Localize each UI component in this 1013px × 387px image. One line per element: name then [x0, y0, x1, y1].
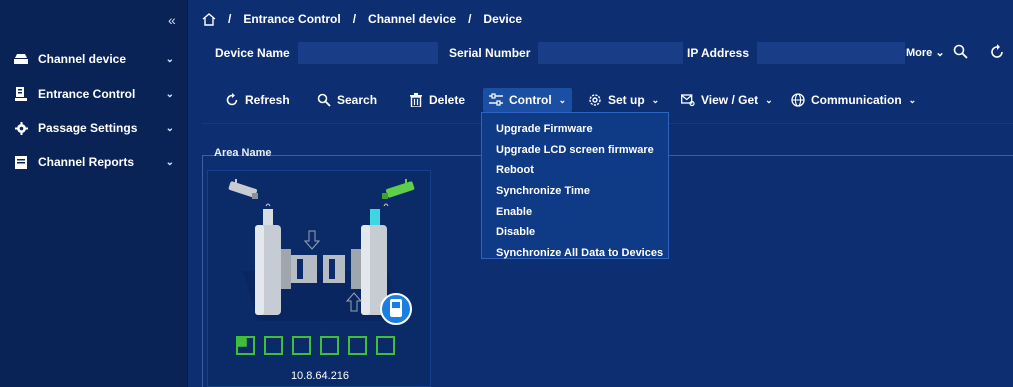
chevron-down-icon: ⌄: [935, 47, 945, 59]
search-icon[interactable]: [953, 44, 969, 60]
channel-device-icon: [14, 52, 28, 66]
delete-label: Delete: [429, 93, 466, 107]
refresh-icon: [225, 93, 239, 107]
report-icon: [14, 155, 28, 169]
search-icon: [317, 93, 331, 107]
sidebar-item-label: Entrance Control: [38, 87, 136, 101]
breadcrumb-item-channel-device[interactable]: Channel device: [368, 12, 456, 26]
trash-icon: [409, 93, 423, 107]
toolbar: Refresh Search Delete Control ⌄ Set up ⌄…: [189, 88, 1013, 112]
envelope-search-icon: [681, 93, 695, 107]
menu-item-synchronize-all-data[interactable]: Synchronize All Data to Devices: [482, 243, 668, 264]
menu-item-reboot[interactable]: Reboot: [482, 160, 668, 181]
ip-address-input[interactable]: [757, 42, 906, 64]
home-icon[interactable]: [202, 12, 216, 26]
sort-icon[interactable]: [236, 336, 339, 355]
chevron-down-icon: ⌄: [165, 53, 174, 65]
more-label: More: [906, 47, 933, 59]
sliders-icon: [489, 93, 503, 107]
list-icon[interactable]: [237, 336, 311, 355]
area-name-label: Area Name: [214, 147, 272, 159]
device-name-input[interactable]: [297, 42, 438, 64]
entrance-control-icon: [14, 87, 28, 101]
communication-label: Communication: [811, 93, 902, 107]
sidebar-item-channel-reports[interactable]: Channel Reports ⌄: [0, 147, 188, 177]
sync-icon[interactable]: [236, 336, 395, 355]
search-button[interactable]: Search: [311, 88, 383, 112]
gear-icon: [14, 121, 28, 135]
menu-item-synchronize-time[interactable]: Synchronize Time: [482, 181, 668, 202]
device-name-label: Device Name: [215, 46, 290, 60]
sidebar-item-entrance-control[interactable]: Entrance Control ⌄: [0, 79, 188, 109]
serial-number-filter: Serial Number: [449, 40, 684, 66]
gear-icon: [588, 93, 602, 107]
sidebar-item-channel-device[interactable]: Channel device ⌄: [0, 44, 188, 74]
more-filters-button[interactable]: More ⌄: [906, 46, 945, 59]
menu-item-upgrade-firmware[interactable]: Upgrade Firmware: [482, 119, 668, 140]
delete-button[interactable]: Delete: [403, 88, 471, 112]
chevron-down-icon: ⌄: [908, 94, 917, 105]
view-get-dropdown-button[interactable]: View / Get ⌄: [675, 88, 779, 112]
refresh-button[interactable]: Refresh: [219, 88, 296, 112]
device-card[interactable]: 10.8.64.216: [207, 170, 431, 387]
view-get-label: View / Get: [701, 93, 759, 107]
device-name-filter: Device Name: [215, 40, 438, 66]
chevron-down-icon: ⌄: [165, 156, 174, 168]
device-action-icons: [236, 336, 395, 355]
menu-item-disable[interactable]: Disable: [482, 222, 668, 243]
double-chevron-left-icon[interactable]: «: [168, 12, 176, 28]
breadcrumb-item-entrance-control[interactable]: Entrance Control: [243, 12, 340, 26]
camera-icon: [228, 179, 258, 199]
calendar-icon[interactable]: [236, 336, 367, 355]
ip-address-filter: IP Address: [687, 40, 906, 66]
control-label: Control: [509, 93, 552, 107]
breadcrumb-separator: /: [228, 12, 232, 26]
control-dropdown-button[interactable]: Control ⌄: [483, 88, 573, 112]
sidebar: « Channel device ⌄ Entrance Control ⌄ Pa…: [0, 0, 188, 387]
sidebar-item-passage-settings[interactable]: Passage Settings ⌄: [0, 113, 188, 143]
sidebar-item-label: Passage Settings: [38, 121, 138, 135]
camera-icon: [382, 179, 415, 199]
serial-number-label: Serial Number: [449, 46, 531, 60]
globe-icon: [791, 93, 805, 107]
search-label: Search: [337, 93, 378, 107]
breadcrumb-item-device: Device: [483, 12, 523, 26]
serial-number-input[interactable]: [538, 42, 684, 64]
chevron-down-icon: ⌄: [165, 88, 174, 100]
refresh-label: Refresh: [245, 93, 290, 107]
communication-dropdown-button[interactable]: Communication ⌄: [785, 88, 922, 112]
breadcrumb: / Entrance Control / Channel device / De…: [202, 12, 522, 26]
control-dropdown-menu: Upgrade Firmware Upgrade LCD screen firm…: [481, 112, 669, 259]
grid-icon[interactable]: [237, 336, 283, 355]
menu-item-upgrade-lcd-firmware[interactable]: Upgrade LCD screen firmware: [482, 140, 668, 161]
chevron-down-icon: ⌄: [558, 94, 567, 105]
menu-item-enable[interactable]: Enable: [482, 201, 668, 222]
chevron-down-icon: ⌄: [765, 94, 773, 105]
device-ip: 10.8.64.216: [290, 370, 350, 382]
breadcrumb-separator: /: [352, 12, 357, 26]
breadcrumb-separator: /: [468, 12, 472, 26]
sidebar-item-label: Channel device: [38, 52, 127, 66]
main-content: / Entrance Control / Channel device / De…: [189, 0, 1013, 387]
setup-dropdown-button[interactable]: Set up ⌄: [582, 88, 665, 112]
sidebar-item-label: Channel Reports: [38, 155, 135, 169]
chevron-down-icon: ⌄: [165, 122, 174, 134]
chevron-down-icon: ⌄: [651, 94, 660, 105]
reset-icon[interactable]: [989, 44, 1005, 60]
setup-label: Set up: [608, 93, 645, 107]
ip-address-label: IP Address: [687, 46, 750, 60]
